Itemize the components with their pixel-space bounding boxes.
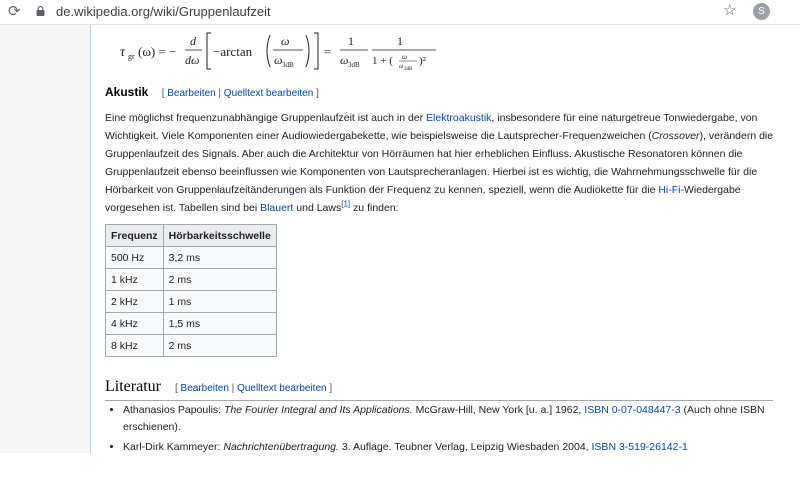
reference-1-link[interactable]: [1]	[341, 200, 350, 209]
table-row: 500 Hz 3,2 ms	[105, 246, 277, 269]
list-item: Karl-Dirk Kammeyer: Nachrichtenübertragu…	[123, 439, 795, 453]
akustik-edit-source-link[interactable]: Quelltext bearbeiten	[224, 88, 314, 99]
formula-one-a: 1	[348, 34, 354, 48]
table-row: 1 kHz 2 ms	[105, 268, 277, 291]
akustik-paragraph: Eine möglichst frequenzunabhängige Grupp…	[105, 112, 774, 214]
table-cell-frequency: 2 kHz	[105, 290, 164, 313]
literatur-edit-links: [ Bearbeiten | Quelltext bearbeiten ]	[174, 383, 333, 394]
link-elektroakustik[interactable]: Elektroakustik	[426, 112, 491, 124]
bookmark-star-icon[interactable]: ☆	[723, 2, 736, 20]
formula-small-3db: 3dB	[404, 67, 413, 72]
table-cell-threshold: 1,5 ms	[162, 312, 277, 335]
formula-sub-3db: 3dB	[282, 61, 294, 69]
group-delay-formula: τ gr (ω) = − d dω −arctan ω ω 3dB = 1 ω …	[120, 32, 436, 72]
heading-akustik-text: Akustik	[105, 85, 149, 99]
literature-list: Athanasios Papoulis: The Fourier Integra…	[105, 402, 795, 453]
akustik-edit-links: [ Bearbeiten | Quelltext bearbeiten ]	[161, 88, 319, 99]
table-cell-threshold: 1 ms	[162, 290, 277, 313]
table-header-frequenz: Frequenz	[105, 224, 164, 247]
formula-close-sq: )²	[419, 55, 427, 67]
formula-tau: τ	[120, 45, 126, 60]
literatur-edit-source-link[interactable]: Quelltext bearbeiten	[237, 383, 327, 394]
table-cell-frequency: 8 kHz	[105, 334, 164, 357]
formula-sub-3db-b: 3dB	[348, 61, 360, 69]
table-row: 2 kHz 1 ms	[105, 290, 277, 313]
list-item: Athanasios Papoulis: The Fourier Integra…	[123, 402, 795, 436]
table-header-row: Frequenz Hörbarkeitsschwelle	[105, 224, 277, 247]
formula-small-omega3db: ω	[399, 64, 403, 70]
isbn-link-kammeyer[interactable]: ISBN 3-519-26142-1	[592, 441, 688, 453]
table-cell-threshold: 3,2 ms	[162, 246, 277, 269]
profile-avatar[interactable]: S	[753, 3, 770, 20]
literatur-edit-link[interactable]: Bearbeiten	[181, 383, 229, 394]
heading-literatur: Literatur [ Bearbeiten | Quelltext bearb…	[105, 378, 773, 401]
table-row: 8 kHz 2 ms	[105, 334, 277, 357]
heading-literatur-text: Literatur	[105, 378, 161, 395]
crossover-term: Crossover	[651, 130, 700, 142]
formula-small-omega: ω	[402, 53, 407, 61]
akustik-edit-link[interactable]: Bearbeiten	[167, 88, 215, 99]
browser-toolbar: ⟳ de.wikipedia.org/wiki/Gruppenlaufzeit …	[0, 0, 800, 25]
formula-omega-arg: (ω) = −	[138, 44, 176, 59]
table-cell-frequency: 4 kHz	[105, 312, 164, 335]
formula-domega: dω	[185, 53, 199, 67]
threshold-table: Frequenz Hörbarkeitsschwelle 500 Hz 3,2 …	[105, 224, 277, 357]
table-row: 4 kHz 1,5 ms	[105, 312, 277, 335]
page-content: τ gr (ω) = − d dω −arctan ω ω 3dB = 1 ω …	[0, 25, 800, 453]
reload-icon[interactable]: ⟳	[8, 3, 21, 21]
formula-equals: =	[324, 44, 331, 59]
formula-d: d	[190, 34, 197, 48]
table-cell-frequency: 500 Hz	[105, 246, 164, 269]
heading-akustik: Akustik [ Bearbeiten | Quelltext bearbei…	[105, 85, 319, 99]
formula-sub-gr: gr	[128, 52, 135, 61]
formula-omega: ω	[281, 34, 289, 48]
formula-one-plus: 1 + (	[372, 55, 393, 67]
left-sidebar	[0, 25, 91, 453]
address-bar[interactable]: de.wikipedia.org/wiki/Gruppenlaufzeit	[56, 3, 271, 21]
formula-arctan: −arctan	[213, 44, 253, 59]
link-blauert[interactable]: Blauert	[260, 202, 293, 214]
formula-one-b: 1	[397, 34, 403, 48]
link-hifi[interactable]: Hi-Fi	[658, 184, 680, 196]
table-cell-threshold: 2 ms	[162, 268, 277, 291]
table-header-schwelle: Hörbarkeitsschwelle	[162, 224, 277, 247]
isbn-link-papoulis[interactable]: ISBN 0-07-048447-3	[584, 404, 680, 416]
table-cell-frequency: 1 kHz	[105, 268, 164, 291]
lock-icon	[36, 6, 45, 16]
table-cell-threshold: 2 ms	[162, 334, 277, 357]
